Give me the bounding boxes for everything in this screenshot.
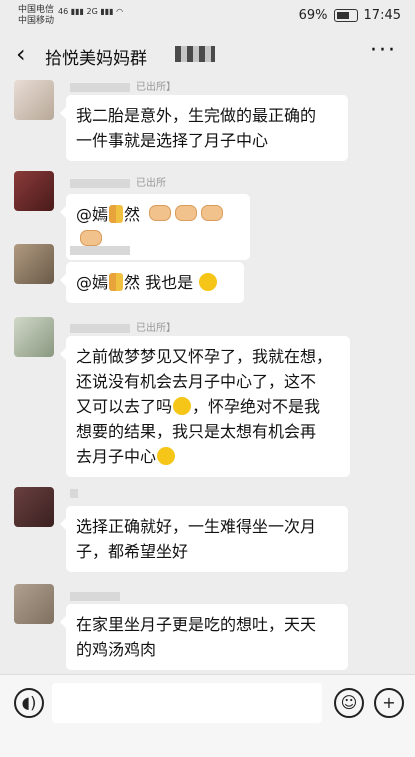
battery-percent: 69% bbox=[298, 8, 328, 23]
couple-emoji-icon bbox=[109, 205, 124, 223]
emoji-icon[interactable]: ☺ bbox=[334, 688, 364, 718]
name-suffix: 已出所 bbox=[136, 178, 166, 189]
handshake-emoji-icon bbox=[175, 205, 198, 221]
blurred-name bbox=[70, 82, 130, 92]
voice-icon[interactable]: ◖) bbox=[14, 688, 44, 718]
message-line: 子，都希望坐好 bbox=[76, 542, 189, 561]
message-line: 一件事就是选择了月子中心 bbox=[76, 131, 269, 150]
chevron-left-icon[interactable]: ‹ bbox=[16, 40, 26, 68]
sender-name bbox=[70, 591, 126, 602]
carrier-1: 中国电信 bbox=[18, 5, 55, 15]
message-text: 然 我也是 bbox=[124, 273, 194, 292]
thinking-emoji-icon bbox=[173, 397, 192, 415]
message-text: 又可以去了吗 bbox=[76, 397, 173, 416]
message-line: 在家里坐月子更是吃的想吐，天天 bbox=[76, 615, 317, 634]
bottom-spacer bbox=[0, 733, 415, 757]
status-right: 69% 17:45 bbox=[299, 8, 401, 23]
plus-icon[interactable]: + bbox=[374, 688, 404, 718]
message-line: 选择正确就好，一生难得坐一次月 bbox=[76, 517, 317, 536]
message-bubble[interactable]: 选择正确就好，一生难得坐一次月 子，都希望坐好 bbox=[60, 506, 348, 572]
message-text: @嫣 bbox=[76, 205, 109, 224]
sender-name bbox=[70, 488, 84, 499]
blurred-name bbox=[70, 488, 78, 498]
message-line: 之前做梦梦见又怀孕了，我就在想， bbox=[76, 347, 333, 366]
blurred-title-part bbox=[175, 46, 215, 62]
message-text: ，怀孕绝对不是我 bbox=[192, 397, 321, 416]
clock: 17:45 bbox=[363, 8, 401, 23]
message-line: 又可以去了吗 ，怀孕绝对不是我 bbox=[76, 394, 340, 419]
sender-name: 已出所】 bbox=[70, 78, 176, 93]
rolling-laugh-emoji-icon bbox=[157, 447, 176, 465]
message-text: 去月子中心 bbox=[76, 447, 157, 466]
blurred-name bbox=[70, 178, 130, 188]
chat-header: ‹ 拾悦美妈妈群 ··· bbox=[0, 34, 415, 74]
avatar[interactable] bbox=[14, 80, 54, 120]
avatar[interactable] bbox=[14, 584, 54, 624]
message-list[interactable]: 已出所】 我二胎是意外，生完做的最正确的 一件事就是选择了月子中心 已出所 @嫣… bbox=[0, 74, 415, 674]
avatar[interactable] bbox=[14, 487, 54, 527]
message-bubble[interactable]: 我二胎是意外，生完做的最正确的 一件事就是选择了月子中心 bbox=[60, 95, 348, 161]
sender-name: 已出所 bbox=[70, 174, 166, 189]
input-bar: ◖) ☺ + bbox=[0, 674, 415, 733]
handshake-emoji-icon bbox=[80, 230, 102, 246]
carrier-2: 中国移动 bbox=[18, 16, 55, 26]
sender-name: 已出所】 bbox=[70, 319, 176, 334]
message-bubble[interactable]: 之前做梦梦见又怀孕了，我就在想， 还说没有机会去月子中心了，这不 又可以去了吗 ，… bbox=[60, 336, 350, 477]
message-line: 想要的结果，我只是太想有机会再 bbox=[76, 422, 317, 441]
blurred-name bbox=[70, 591, 120, 601]
handshake-emoji-icon bbox=[201, 205, 224, 221]
message-bubble[interactable]: 在家里坐月子更是吃的想吐，天天 的鸡汤鸡肉 bbox=[60, 604, 348, 670]
couple-emoji-icon bbox=[109, 273, 124, 291]
laughing-emoji-icon bbox=[199, 273, 218, 291]
message-line: 的鸡汤鸡肉 bbox=[76, 640, 157, 659]
chat-title: 拾悦美妈妈群 bbox=[45, 49, 147, 69]
more-horizontal-icon[interactable]: ··· bbox=[370, 38, 397, 63]
blurred-name bbox=[70, 323, 130, 333]
status-bar: 中国电信 中国移动 46 ▮▮▮ 2G ▮▮▮ ◠ 69% 17:45 bbox=[0, 0, 415, 34]
name-suffix: 已出所】 bbox=[136, 323, 176, 334]
message-input[interactable] bbox=[52, 683, 322, 723]
handshake-emoji-icon bbox=[149, 205, 172, 221]
message-text: 然 bbox=[124, 205, 141, 224]
message-line: 我二胎是意外，生完做的最正确的 bbox=[76, 106, 317, 125]
message-text: @嫣 bbox=[76, 273, 109, 292]
battery-icon bbox=[333, 9, 358, 22]
signal-1-label: 46 bbox=[58, 7, 69, 16]
message-line: 去月子中心 bbox=[76, 444, 340, 469]
carrier-info: 中国电信 中国移动 bbox=[18, 5, 54, 27]
avatar[interactable] bbox=[14, 244, 54, 284]
signal-icon: 46 ▮▮▮ 2G ▮▮▮ ◠ bbox=[58, 7, 124, 16]
signal-2-label: 2G bbox=[86, 7, 98, 16]
message-bubble[interactable]: @嫣然 我也是 bbox=[60, 262, 244, 303]
blurred-name bbox=[70, 245, 130, 255]
avatar[interactable] bbox=[14, 317, 54, 357]
message-line: 还说没有机会去月子中心了，这不 bbox=[76, 372, 317, 391]
sender-name bbox=[70, 245, 136, 256]
avatar[interactable] bbox=[14, 171, 54, 211]
name-suffix: 已出所】 bbox=[136, 82, 176, 93]
